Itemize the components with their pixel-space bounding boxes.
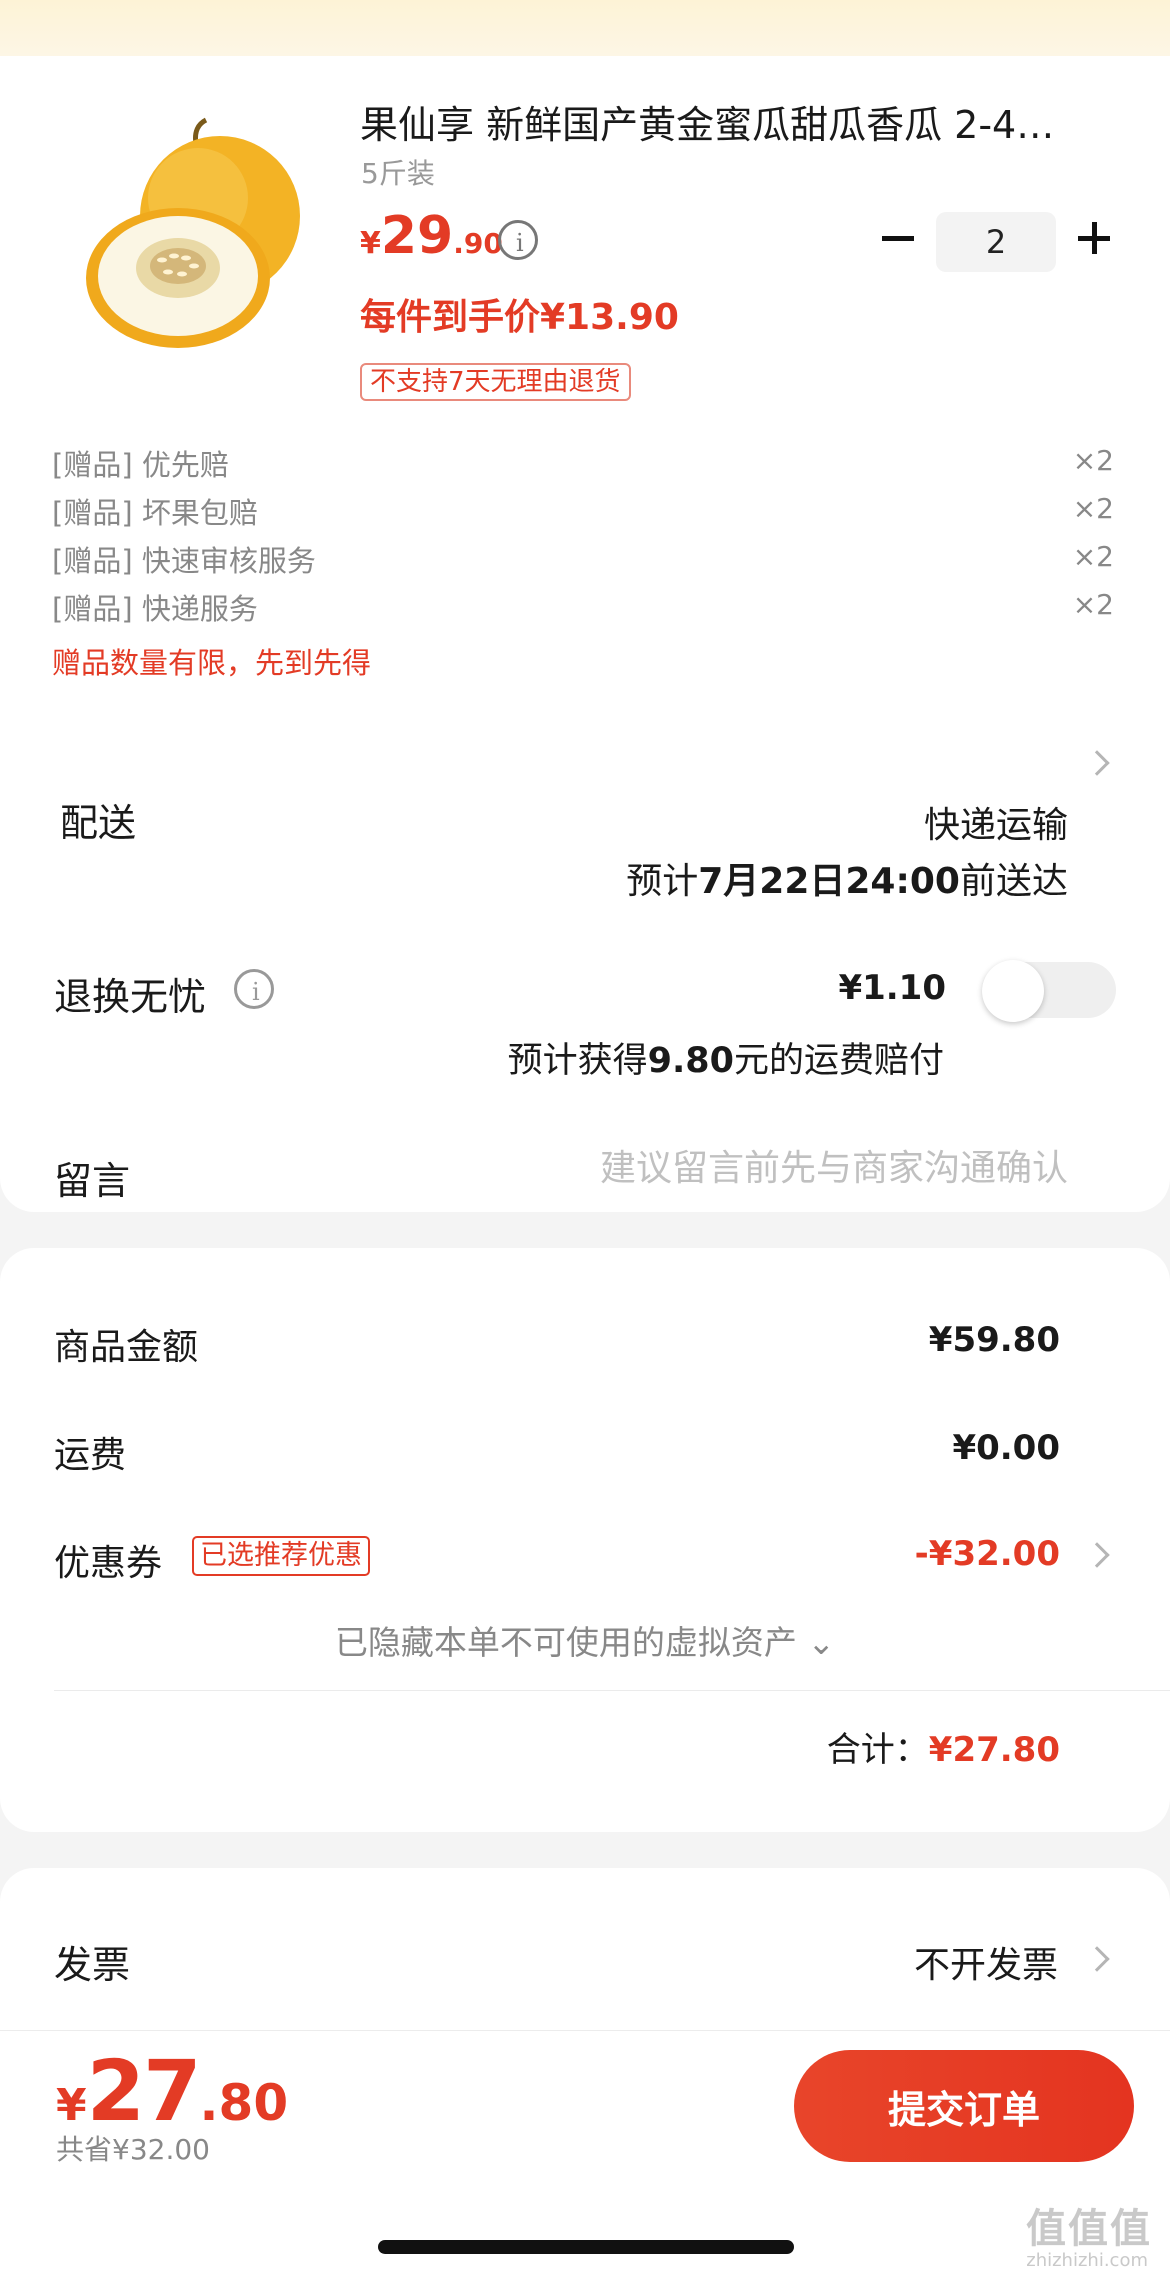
- total-label: 合计：: [826, 1730, 929, 1770]
- unit-price-label: 每件到手价¥13.90: [360, 297, 679, 338]
- product-spec: 5斤装: [361, 157, 435, 190]
- product-price: ¥29.90: [360, 206, 503, 266]
- gift-item-label: [赠品] 快速审核服务: [52, 544, 316, 578]
- coupon-value[interactable]: -¥32.00: [915, 1534, 1060, 1574]
- eta-suffix: 前送达: [959, 861, 1068, 902]
- gift-item-qty: ×2: [1072, 444, 1114, 477]
- order-total: 合计：¥27.80: [827, 1722, 1060, 1771]
- return-insurance-note: 预计获得9.80元的运费赔付: [508, 1032, 944, 1083]
- invoice-label: 发票: [54, 1943, 131, 1987]
- coupon-label: 优惠券: [54, 1543, 163, 1584]
- goods-amount-label: 商品金额: [54, 1327, 199, 1368]
- eta-date: 7月22日24:00: [698, 861, 960, 902]
- note-suffix: 元的运费赔付: [733, 1041, 944, 1081]
- return-insurance-price: ¥1.10: [838, 968, 946, 1008]
- eta-prefix: 预计: [626, 861, 699, 902]
- freight-value: ¥0.00: [952, 1428, 1060, 1468]
- watermark-site: zhizhizhi.com: [1026, 2250, 1148, 2271]
- gift-limit-note: 赠品数量有限，先到先得: [52, 646, 372, 680]
- message-label: 留言: [54, 1159, 131, 1203]
- goods-amount-value: ¥59.80: [928, 1320, 1060, 1360]
- gift-item-qty: ×2: [1072, 492, 1114, 525]
- shipping-eta: 预计7月22日24:00前送达: [626, 852, 1068, 904]
- home-indicator[interactable]: [378, 2240, 794, 2254]
- summary-divider: [54, 1690, 1170, 1691]
- pay-decimal: .80: [199, 2074, 289, 2132]
- gift-item-qty: ×2: [1072, 540, 1114, 573]
- price-currency: ¥: [360, 226, 381, 261]
- no-return-badge: 不支持7天无理由退货: [360, 363, 631, 401]
- hidden-assets-toggle[interactable]: 已隐藏本单不可使用的虚拟资产 ⌄: [0, 1616, 1170, 1664]
- quantity-input[interactable]: 2: [936, 212, 1056, 272]
- top-banner-strip: [0, 0, 1170, 58]
- quantity-decrease-button[interactable]: [878, 218, 918, 258]
- price-integer: 29: [380, 206, 454, 266]
- quantity-increase-button[interactable]: [1074, 218, 1114, 258]
- gift-item-label: [赠品] 坏果包赔: [52, 496, 258, 530]
- submit-order-button[interactable]: 提交订单: [794, 2050, 1134, 2162]
- price-info-icon[interactable]: i: [498, 220, 538, 260]
- note-prefix: 预计获得: [507, 1041, 648, 1081]
- melon-image-icon: [86, 117, 300, 348]
- invoice-value[interactable]: 不开发票: [914, 1936, 1058, 1988]
- note-amount: 9.80: [647, 1041, 734, 1081]
- product-title[interactable]: 果仙享 新鲜国产黄金蜜瓜甜瓜香瓜 2-4…: [360, 94, 1054, 149]
- payable-amount: ¥27.80: [56, 2042, 288, 2140]
- price-decimal: .90: [453, 227, 503, 260]
- freight-label: 运费: [54, 1435, 127, 1476]
- return-insurance-toggle[interactable]: [982, 960, 1116, 1022]
- shipping-method[interactable]: 快递运输: [924, 796, 1068, 848]
- saved-amount: 共省¥32.00: [56, 2133, 210, 2166]
- coupon-badge[interactable]: 已选推荐优惠: [192, 1536, 370, 1576]
- pay-currency: ¥: [56, 2080, 87, 2131]
- return-info-icon[interactable]: i: [234, 969, 274, 1009]
- message-input[interactable]: [488, 1148, 1068, 1189]
- order-item-card: 果仙享 新鲜国产黄金蜜瓜甜瓜香瓜 2-4… 5斤装 ¥29.90 i 2 每件到…: [0, 56, 1170, 1212]
- gift-item-qty: ×2: [1072, 588, 1114, 621]
- toggle-knob: [982, 960, 1044, 1022]
- return-insurance-label: 退换无忧: [54, 975, 207, 1019]
- gift-item-label: [赠品] 优先赔: [52, 448, 229, 482]
- watermark-logo: 值值值: [1026, 2206, 1152, 2252]
- gift-item-label: [赠品] 快递服务: [52, 592, 258, 626]
- product-image[interactable]: [78, 108, 308, 358]
- shipping-label: 配送: [60, 801, 137, 845]
- chevron-right-icon[interactable]: [1084, 750, 1110, 776]
- total-value: ¥27.80: [928, 1730, 1060, 1770]
- pay-integer: 27: [86, 2042, 202, 2140]
